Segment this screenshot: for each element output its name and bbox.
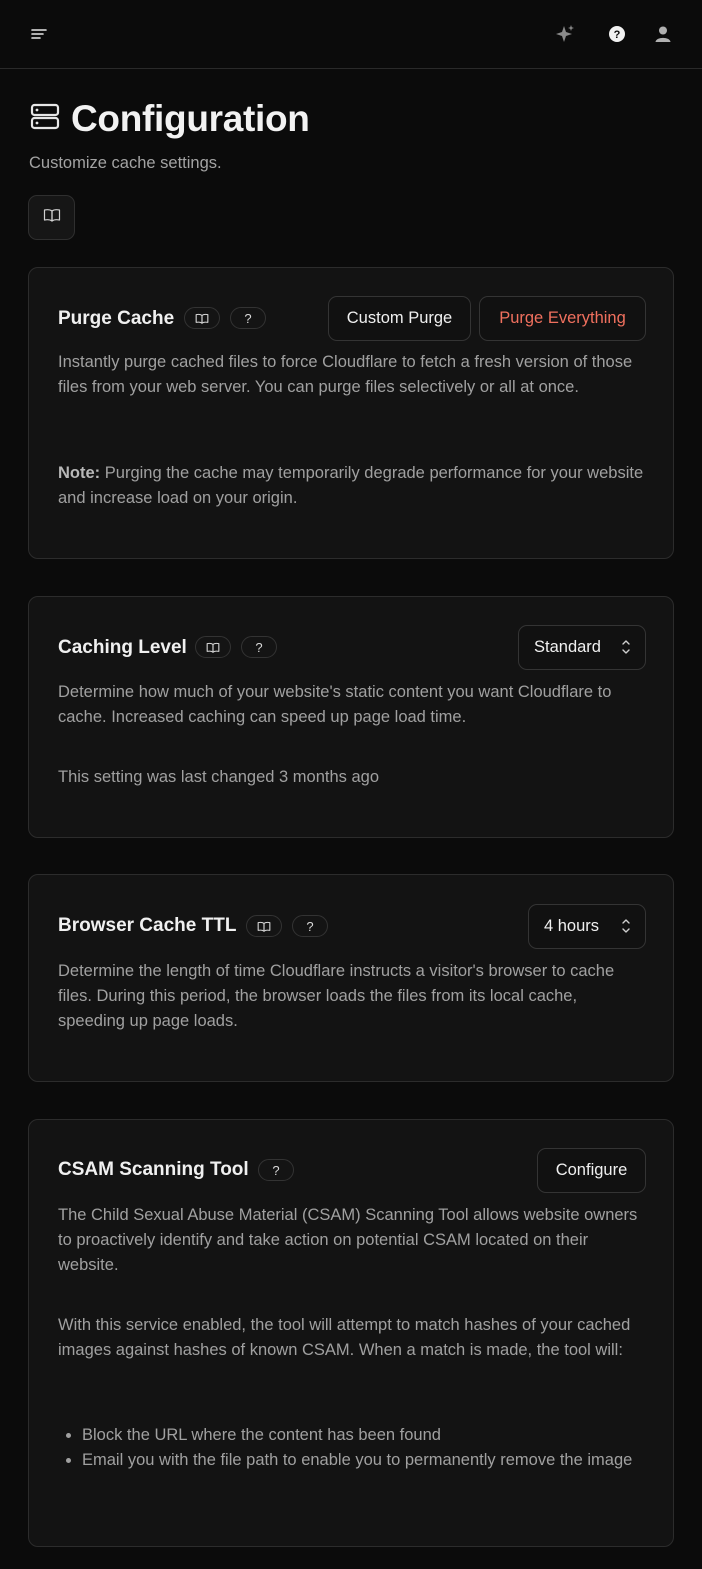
caching-level-select[interactable]: Standard — [518, 625, 646, 670]
chevron-up-down-icon — [621, 917, 631, 940]
select-value: Standard — [534, 638, 601, 656]
browser-cache-ttl-card: Browser Cache TTL ? 4 hours Determine th… — [28, 874, 674, 1082]
select-value: 4 hours — [544, 917, 600, 935]
card-description-2: With this service enabled, the tool will… — [58, 1316, 631, 1360]
custom-purge-button[interactable]: Custom Purge — [328, 296, 471, 341]
card-note: Note: Purging the cache may temporarily … — [58, 461, 648, 511]
page-title: Configuration — [71, 98, 310, 139]
configure-button[interactable]: Configure — [537, 1148, 646, 1193]
svg-text:?: ? — [614, 29, 621, 41]
page-subtitle: Customize cache settings. — [29, 154, 222, 172]
action-list: Block the URL where the content has been… — [58, 1423, 648, 1473]
chevron-up-down-icon — [621, 638, 631, 661]
card-title: CSAM Scanning Tool — [58, 1159, 249, 1180]
book-open-icon — [43, 208, 61, 227]
card-title: Browser Cache TTL — [58, 915, 237, 936]
help-button[interactable]: ? — [241, 636, 277, 658]
browser-cache-ttl-select[interactable]: 4 hours — [528, 904, 646, 949]
purge-everything-button[interactable]: Purge Everything — [479, 296, 646, 341]
user-icon[interactable] — [650, 21, 676, 47]
menu-icon[interactable] — [26, 22, 52, 46]
help-button[interactable]: ? — [230, 307, 266, 329]
server-icon — [29, 103, 61, 136]
card-title: Caching Level — [58, 637, 187, 658]
card-description: Determine the length of time Cloudflare … — [58, 962, 615, 1031]
book-open-icon[interactable] — [184, 307, 220, 329]
list-item: Email you with the file path to enable y… — [58, 1448, 648, 1473]
book-open-icon[interactable] — [246, 915, 282, 937]
note-label: Note: — [58, 464, 101, 482]
card-description: The Child Sexual Abuse Material (CSAM) S… — [58, 1206, 638, 1275]
sparkle-icon[interactable] — [552, 21, 578, 47]
top-bar: ? — [0, 0, 702, 69]
book-open-icon[interactable] — [195, 636, 231, 658]
help-button[interactable]: ? — [258, 1159, 294, 1181]
card-description: Determine how much of your website's sta… — [58, 683, 612, 727]
card-title: Purge Cache — [58, 308, 175, 329]
help-button[interactable]: ? — [292, 915, 328, 937]
list-item: Block the URL where the content has been… — [58, 1423, 648, 1448]
csam-scanning-card: CSAM Scanning Tool ? Configure The Child… — [28, 1119, 674, 1547]
page-heading: Configuration — [29, 98, 310, 140]
last-changed-text: This setting was last changed 3 months a… — [58, 768, 380, 786]
question-circle-icon[interactable]: ? — [604, 21, 630, 47]
documentation-button[interactable] — [28, 195, 75, 240]
caching-level-card: Caching Level ? Standard Determine how m… — [28, 596, 674, 838]
purge-cache-card: Purge Cache ? Custom Purge Purge Everyth… — [28, 267, 674, 559]
card-description: Instantly purge cached files to force Cl… — [58, 353, 633, 397]
note-text: Purging the cache may temporarily degrad… — [58, 464, 644, 508]
